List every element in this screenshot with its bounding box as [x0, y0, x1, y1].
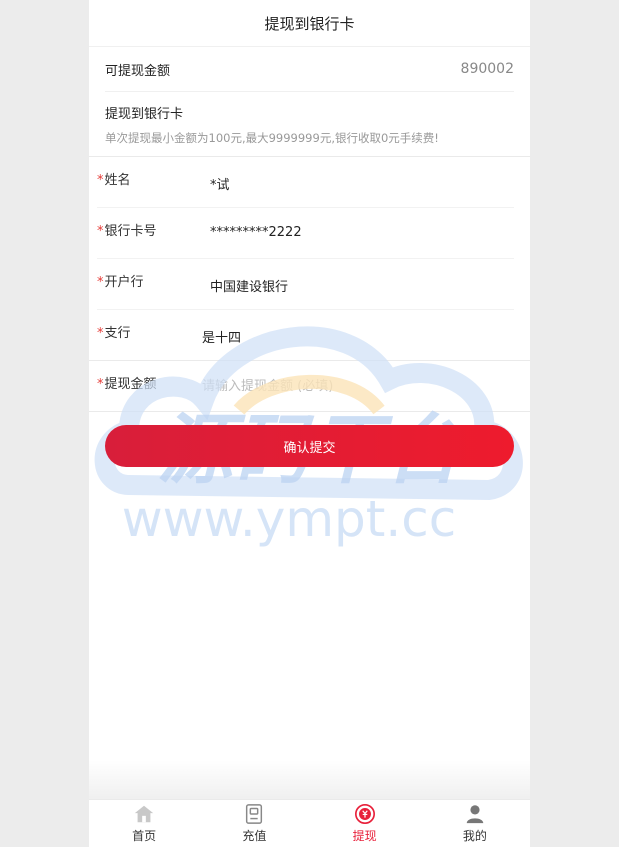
- page-title: 提现到银行卡: [89, 0, 530, 47]
- name-value: *试: [210, 178, 230, 193]
- branch-field: *支行 是十四: [89, 310, 530, 361]
- amount-field: *提现金额: [89, 361, 530, 412]
- bank-label: *开户行: [97, 275, 144, 290]
- user-icon: [466, 805, 484, 824]
- withdraw-notice: 提现到银行卡 单次提现最小金额为100元,最大9999999元,银行收取0元手续…: [89, 92, 530, 157]
- withdraw-icon: [354, 804, 375, 824]
- available-balance-label: 可提现金额: [105, 63, 171, 79]
- amount-label: *提现金额: [97, 377, 157, 392]
- recharge-icon: [246, 804, 263, 824]
- home-icon: [134, 805, 154, 823]
- required-mark: *: [97, 173, 104, 188]
- withdraw-page: 提现到银行卡 可提现金额 890002 提现到银行卡 单次提现最小金额为100元…: [89, 0, 530, 847]
- required-mark: *: [97, 377, 104, 392]
- bottom-tabbar: 首页 充值 提现 我的: [89, 760, 530, 847]
- tab-withdraw-label: 提现: [352, 829, 377, 843]
- notice-title: 提现到银行卡: [105, 107, 184, 122]
- available-balance-row: 可提现金额 890002: [105, 47, 514, 92]
- branch-value: 是十四: [202, 331, 242, 346]
- bank-value: 中国建设银行: [210, 280, 289, 295]
- card-number-value: *********2222: [210, 225, 302, 240]
- card-number-label: *银行卡号: [97, 224, 157, 239]
- name-label: *姓名: [97, 173, 131, 188]
- amount-input[interactable]: [202, 374, 502, 398]
- tab-home[interactable]: 首页: [89, 800, 199, 847]
- required-mark: *: [97, 326, 104, 341]
- name-field: *姓名 *试: [97, 157, 514, 208]
- confirm-submit-button[interactable]: 确认提交: [105, 425, 514, 467]
- tab-mine[interactable]: 我的: [420, 800, 530, 847]
- card-number-field: *银行卡号 *********2222: [97, 208, 514, 259]
- bank-field: *开户行 中国建设银行: [97, 259, 514, 310]
- notice-desc: 单次提现最小金额为100元,最大9999999元,银行收取0元手续费!: [105, 131, 439, 145]
- tab-recharge-label: 充值: [242, 829, 267, 843]
- branch-label: *支行: [97, 326, 131, 341]
- tab-withdraw[interactable]: 提现: [310, 800, 420, 847]
- tab-mine-label: 我的: [462, 829, 487, 843]
- tab-home-label: 首页: [132, 829, 157, 843]
- required-mark: *: [97, 275, 104, 290]
- watermark-url: www.ympt.cc: [122, 490, 457, 548]
- available-balance-value: 890002: [460, 61, 514, 77]
- tab-recharge[interactable]: 充值: [199, 800, 309, 847]
- required-mark: *: [97, 224, 104, 239]
